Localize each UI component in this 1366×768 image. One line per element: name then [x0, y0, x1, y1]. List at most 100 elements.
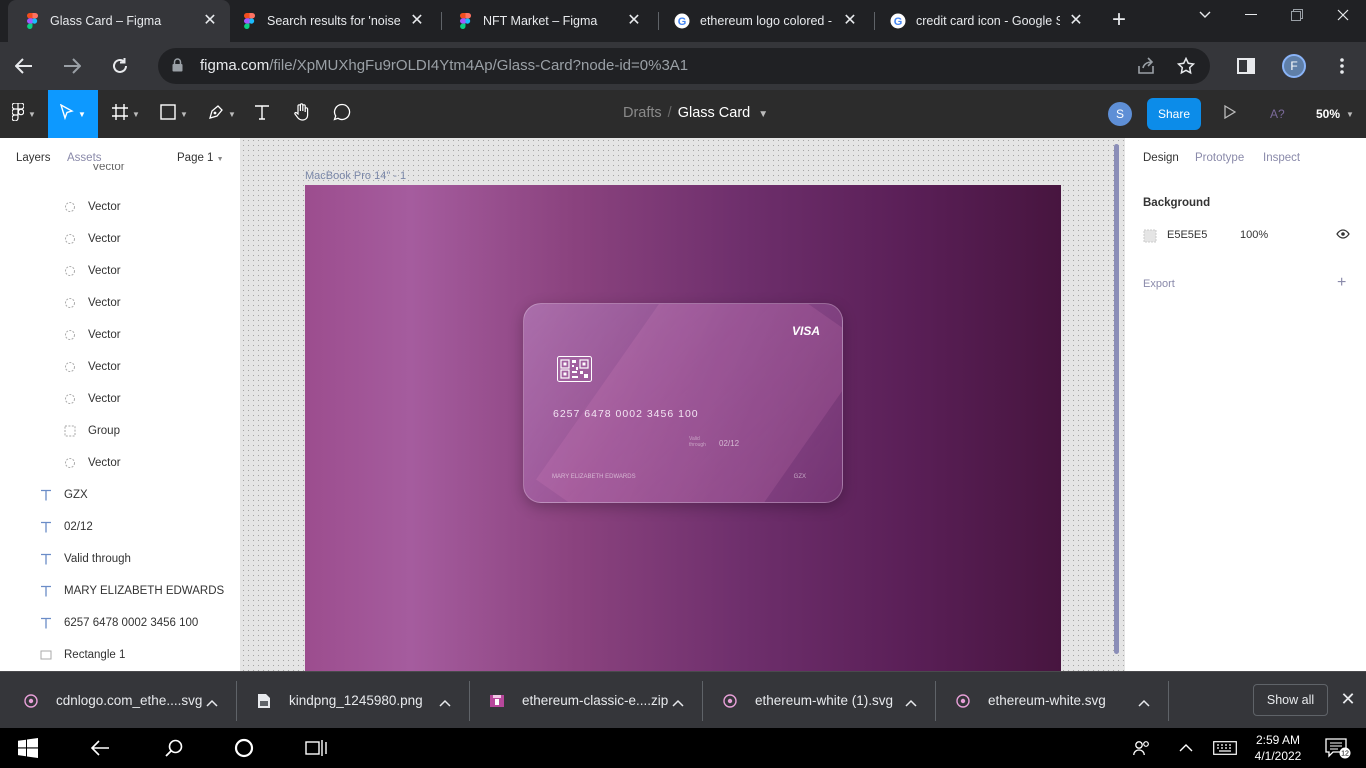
browser-tab[interactable]: Search results for 'noise' – ✕	[225, 0, 437, 42]
windows-taskbar: 2:59 AM 4/1/2022 12	[0, 728, 1366, 768]
layer-row[interactable]: Valid through	[0, 543, 240, 575]
frame-label[interactable]: MacBook Pro 14" - 1	[305, 170, 406, 182]
present-icon[interactable]	[1224, 104, 1237, 122]
chevron-down-icon[interactable]: ▼	[758, 109, 768, 120]
forward-arrow-icon[interactable]	[58, 52, 86, 80]
chevron-down-icon: ▼	[132, 109, 140, 119]
close-icon[interactable]: ✕	[626, 13, 642, 29]
close-icon[interactable]: ✕	[1068, 13, 1084, 29]
clock[interactable]: 2:59 AM 4/1/2022	[1248, 732, 1308, 764]
ai-tools-button[interactable]: A?	[1270, 107, 1285, 121]
page-selector[interactable]: Page 1 ▼	[177, 152, 224, 164]
chevron-up-icon[interactable]	[1174, 728, 1198, 768]
download-item[interactable]: kindpng_1245980.png	[255, 672, 455, 729]
background-hex[interactable]: E5E5E5	[1167, 229, 1207, 241]
svg-text:G: G	[894, 16, 903, 28]
share-button[interactable]: Share	[1147, 98, 1201, 130]
layer-row[interactable]: GZX	[0, 479, 240, 511]
search-icon[interactable]	[150, 728, 198, 768]
layer-row-partial[interactable]: Vector	[0, 164, 240, 186]
chevron-up-icon[interactable]	[672, 694, 686, 708]
restore-icon[interactable]	[1274, 0, 1320, 30]
chevron-up-icon[interactable]	[439, 694, 453, 708]
windows-start-icon[interactable]	[0, 728, 56, 768]
share-icon[interactable]	[1136, 56, 1156, 76]
canvas[interactable]: MacBook Pro 14" - 1 VISA 6257 6478 0002 …	[241, 138, 1124, 671]
task-view-icon[interactable]	[292, 728, 340, 768]
comment-tool-button[interactable]	[328, 90, 356, 138]
layer-row[interactable]: Group	[0, 415, 240, 447]
close-icon[interactable]: ✕	[409, 13, 425, 29]
close-icon[interactable]: ✕	[1340, 690, 1356, 708]
text-tool-button[interactable]	[248, 90, 276, 138]
download-item[interactable]: ethereum-white.svg	[954, 672, 1154, 729]
tab-layers[interactable]: Layers	[16, 152, 51, 164]
tab-search-icon[interactable]	[1182, 0, 1228, 30]
reload-icon[interactable]	[106, 52, 134, 80]
browser-tab[interactable]: G credit card icon - Google S ✕	[874, 0, 1096, 42]
zoom-level[interactable]: 50%	[1316, 107, 1340, 121]
more-menu-icon[interactable]	[1330, 54, 1354, 78]
back-arrow-icon[interactable]	[76, 728, 124, 768]
new-tab-button[interactable]: +	[1106, 8, 1132, 34]
side-panel-icon[interactable]	[1234, 54, 1258, 78]
tab-prototype[interactable]: Prototype	[1195, 152, 1244, 164]
frame-tool-button[interactable]: ▼	[104, 90, 148, 138]
lock-icon[interactable]	[172, 58, 183, 77]
layer-row[interactable]: Vector	[0, 191, 240, 223]
hand-tool-button[interactable]	[288, 90, 316, 138]
download-item[interactable]: ethereum-white (1).svg	[721, 672, 921, 729]
tab-assets[interactable]: Assets	[67, 152, 102, 164]
main-menu-button[interactable]: ▼	[0, 90, 48, 138]
file-name[interactable]: Glass Card	[678, 105, 751, 121]
tab-inspect[interactable]: Inspect	[1263, 152, 1300, 164]
profile-avatar[interactable]: F	[1282, 54, 1306, 78]
layer-row[interactable]: Vector	[0, 287, 240, 319]
layer-row[interactable]: 6257 6478 0002 3456 100	[0, 607, 240, 639]
cortana-icon[interactable]	[220, 728, 268, 768]
color-swatch[interactable]	[1143, 229, 1157, 246]
background-opacity[interactable]: 100%	[1240, 229, 1268, 241]
chevron-down-icon[interactable]: ▼	[1346, 110, 1354, 119]
people-icon[interactable]	[1128, 728, 1156, 768]
minimize-icon[interactable]	[1228, 0, 1274, 30]
layer-row[interactable]: Vector	[0, 351, 240, 383]
keyboard-icon[interactable]	[1210, 728, 1240, 768]
canvas-scrollbar[interactable]	[1114, 144, 1119, 654]
notification-center-icon[interactable]: 12	[1320, 728, 1356, 768]
download-item[interactable]: cdnlogo.com_ethe....svg	[22, 672, 222, 729]
browser-tab[interactable]: G ethereum logo colored - G ✕	[658, 0, 870, 42]
address-bar[interactable]: figma.com/file/XpMUXhgFu9rOLDI4Ytm4Ap/Gl…	[158, 48, 1210, 84]
close-icon[interactable]: ✕	[202, 13, 218, 29]
tab-design[interactable]: Design	[1143, 152, 1179, 164]
layer-row[interactable]: MARY ELIZABETH EDWARDS	[0, 575, 240, 607]
close-icon[interactable]: ✕	[842, 13, 858, 29]
move-tool-button[interactable]: ▼	[48, 90, 98, 138]
window-close-icon[interactable]	[1320, 0, 1366, 30]
browser-tab[interactable]: Glass Card – Figma ✕	[8, 0, 230, 42]
chevron-up-icon[interactable]	[206, 694, 220, 708]
back-arrow-icon[interactable]	[10, 52, 38, 80]
download-item[interactable]: ethereum-classic-e....zip	[488, 672, 688, 729]
breadcrumb-folder[interactable]: Drafts	[623, 105, 662, 121]
layer-row[interactable]: Vector	[0, 319, 240, 351]
pen-tool-button[interactable]: ▼	[200, 90, 244, 138]
frame-macbook-pro[interactable]: VISA 6257 6478 0002 3456 100 Valid throu…	[305, 185, 1061, 671]
add-export-button[interactable]: +	[1337, 274, 1346, 292]
show-all-button[interactable]: Show all	[1253, 684, 1328, 716]
layer-row[interactable]: Vector	[0, 255, 240, 287]
shape-tool-button[interactable]: ▼	[152, 90, 196, 138]
layer-row[interactable]: 02/12	[0, 511, 240, 543]
layer-row[interactable]: Vector	[0, 223, 240, 255]
chevron-up-icon[interactable]	[1138, 694, 1152, 708]
browser-tab[interactable]: NFT Market – Figma ✕	[441, 0, 654, 42]
layer-row[interactable]: Rectangle 1	[0, 639, 240, 671]
layer-row[interactable]: Vector	[0, 383, 240, 415]
text-icon	[38, 487, 54, 503]
user-avatar[interactable]: S	[1108, 102, 1132, 126]
star-icon[interactable]	[1176, 56, 1196, 76]
chevron-up-icon[interactable]	[905, 694, 919, 708]
eye-icon[interactable]	[1336, 229, 1350, 242]
layer-row[interactable]: Vector	[0, 447, 240, 479]
glass-credit-card[interactable]: VISA 6257 6478 0002 3456 100 Valid throu…	[523, 303, 843, 503]
